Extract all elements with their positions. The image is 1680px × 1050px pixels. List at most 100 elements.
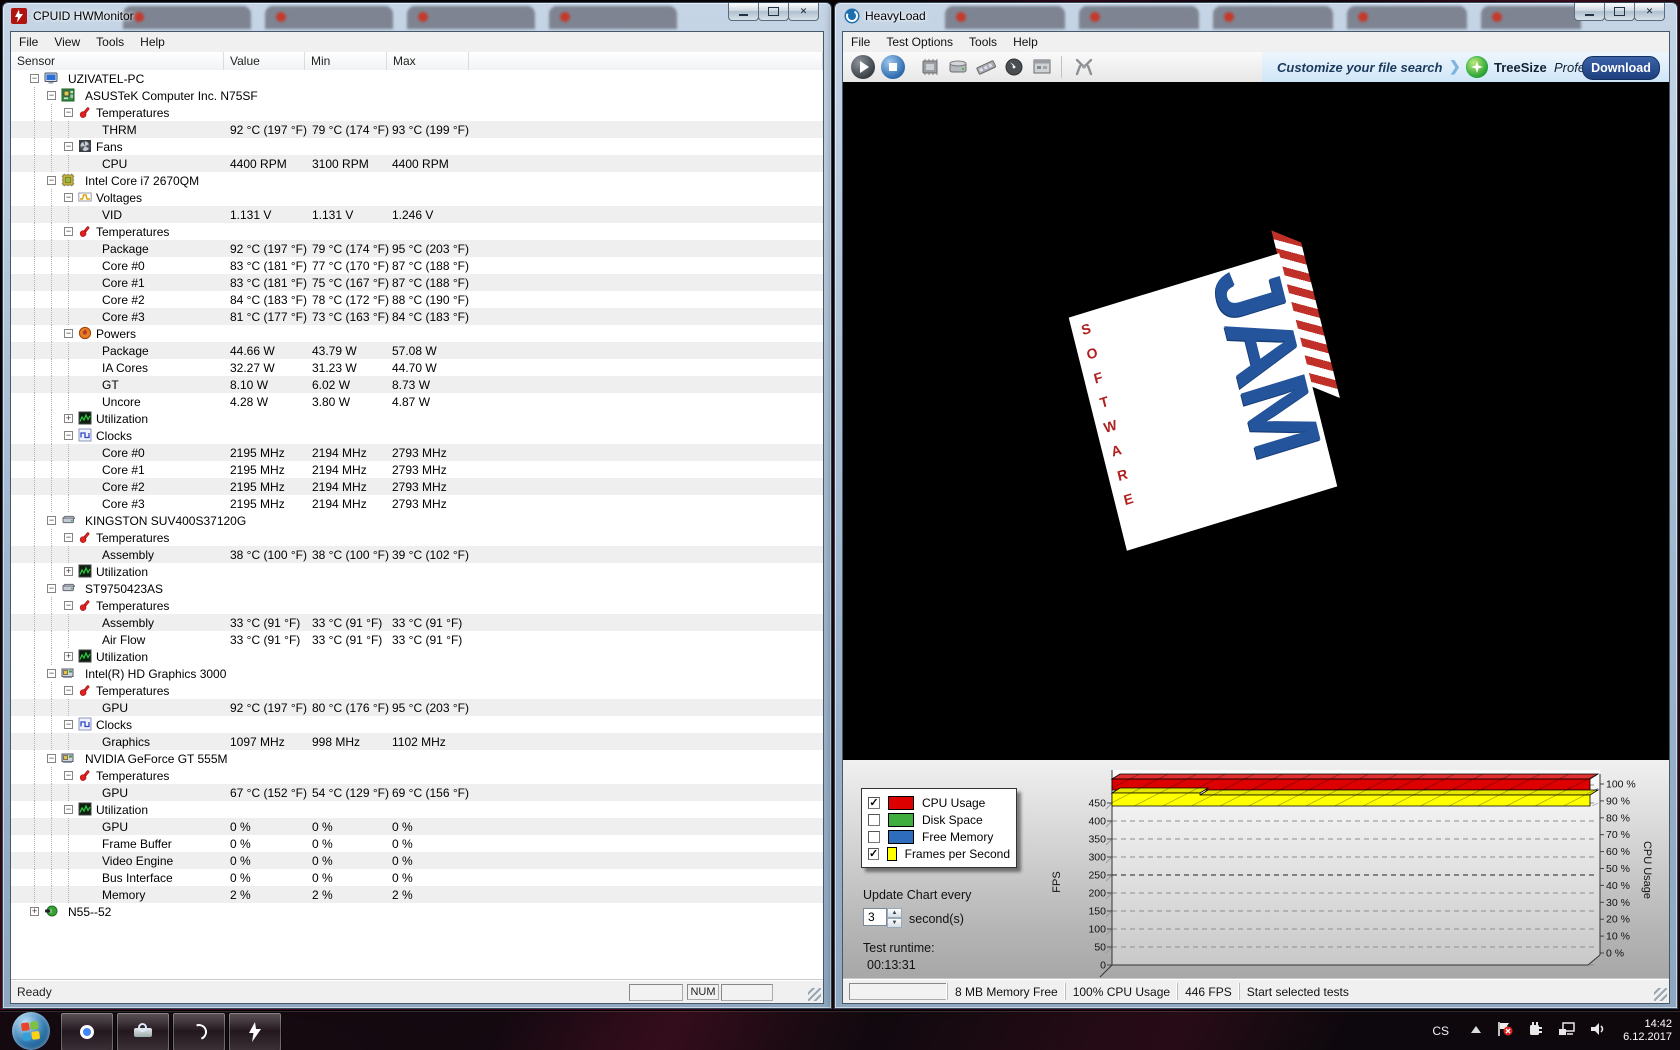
download-button[interactable]: Download (1582, 56, 1660, 80)
sensor-row[interactable]: Frame Buffer0 %0 %0 % (11, 835, 823, 852)
sensor-row[interactable]: −Temperatures (11, 529, 823, 546)
gauge-test-icon[interactable] (1003, 57, 1025, 77)
taskbar-hwmonitor-button[interactable] (228, 1012, 282, 1050)
tree-expand-toggle[interactable]: − (64, 108, 73, 117)
action-center-flag-icon[interactable] (1496, 1021, 1514, 1042)
resize-grip[interactable] (808, 988, 821, 1001)
tree-expand-toggle[interactable]: − (47, 516, 56, 525)
tree-expand-toggle[interactable]: − (64, 601, 73, 610)
tree-expand-toggle[interactable]: + (64, 652, 73, 661)
sensor-row[interactable]: −ST9750423AS (11, 580, 823, 597)
legend-checkbox-free-memory[interactable] (868, 831, 880, 843)
sensor-row[interactable]: −KINGSTON SUV400S37120G (11, 512, 823, 529)
tree-expand-toggle[interactable]: − (64, 227, 73, 236)
sensor-row[interactable]: −Fans (11, 138, 823, 155)
update-interval-stepper[interactable]: 3 ▲▼ (863, 908, 902, 927)
column-header-value[interactable]: Value (224, 52, 305, 70)
tree-expand-toggle[interactable]: − (64, 193, 73, 202)
hwmonitor-titlebar[interactable]: CPUID HWMonitor ✕ (3, 3, 831, 31)
stepper-down-button[interactable]: ▼ (887, 918, 902, 928)
cpu-test-icon[interactable] (919, 57, 941, 77)
tree-expand-toggle[interactable]: − (64, 805, 73, 814)
stop-test-button[interactable] (881, 55, 905, 79)
tree-expand-toggle[interactable]: − (30, 74, 39, 83)
sensor-row[interactable]: −Intel Core i7 2670QM (11, 172, 823, 189)
menu-file[interactable]: File (11, 32, 46, 52)
statusbar-segment[interactable]: Start selected tests (1239, 983, 1356, 1000)
sensor-row[interactable]: Memory2 %2 %2 % (11, 886, 823, 903)
power-plug-icon[interactable] (1528, 1021, 1544, 1042)
menu-help[interactable]: Help (132, 32, 173, 52)
settings-icon[interactable] (1073, 57, 1095, 77)
sensor-row[interactable]: +Utilization (11, 648, 823, 665)
resize-grip[interactable] (1654, 988, 1667, 1001)
sensor-row[interactable]: VID1.131 V1.131 V1.246 V (11, 206, 823, 223)
sensor-row[interactable]: −NVIDIA GeForce GT 555M (11, 750, 823, 767)
stepper-up-button[interactable]: ▲ (887, 908, 902, 918)
sensor-row[interactable]: Bus Interface0 %0 %0 % (11, 869, 823, 886)
tree-expand-toggle[interactable]: + (64, 567, 73, 576)
tree-expand-toggle[interactable]: − (47, 91, 56, 100)
sensor-row[interactable]: −Clocks (11, 716, 823, 733)
sensor-row[interactable]: Core #083 °C (181 °F)77 °C (170 °F)87 °C… (11, 257, 823, 274)
sensor-row[interactable]: −Temperatures (11, 104, 823, 121)
minimize-button[interactable] (728, 3, 759, 21)
sensor-row[interactable]: Air Flow33 °C (91 °F)33 °C (91 °F)33 °C … (11, 631, 823, 648)
column-header-sensor[interactable]: Sensor (11, 52, 224, 70)
sensor-row[interactable]: Assembly33 °C (91 °F)33 °C (91 °F)33 °C … (11, 614, 823, 631)
close-button[interactable]: ✕ (1634, 3, 1665, 21)
sensor-row[interactable]: +Utilization (11, 563, 823, 580)
taskbar-heavyload-button[interactable] (172, 1012, 226, 1050)
tree-expand-toggle[interactable]: − (64, 142, 73, 151)
memory-test-icon[interactable] (975, 57, 997, 77)
sensor-row[interactable]: −UZIVATEL-PC (11, 70, 823, 87)
legend-checkbox-frames-per-second[interactable]: ✓ (868, 848, 879, 860)
volume-icon[interactable] (1590, 1021, 1606, 1042)
treesize-ad-banner[interactable]: Customize your file search ❯ TreeSize Pr… (1262, 52, 1669, 82)
maximize-button[interactable] (758, 3, 789, 21)
sensor-row[interactable]: THRM92 °C (197 °F)79 °C (174 °F)93 °C (1… (11, 121, 823, 138)
minimize-button[interactable] (1574, 3, 1605, 21)
sensor-row[interactable]: Graphics1097 MHz998 MHz1102 MHz (11, 733, 823, 750)
sensor-tree[interactable]: −UZIVATEL-PC−ASUSTeK Computer Inc. N75SF… (11, 70, 823, 981)
sensor-row[interactable]: −Voltages (11, 189, 823, 206)
sensor-row[interactable]: Core #32195 MHz2194 MHz2793 MHz (11, 495, 823, 512)
sensor-row[interactable]: GPU92 °C (197 °F)80 °C (176 °F)95 °C (20… (11, 699, 823, 716)
tree-expand-toggle[interactable]: − (47, 669, 56, 678)
column-header-blank[interactable] (469, 52, 823, 70)
window-test-icon[interactable] (1031, 57, 1053, 77)
sensor-row[interactable]: +N55--52 (11, 903, 823, 920)
sensor-row[interactable]: Package44.66 W43.79 W57.08 W (11, 342, 823, 359)
sensor-row[interactable]: CPU4400 RPM3100 RPM4400 RPM (11, 155, 823, 172)
tree-expand-toggle[interactable]: + (30, 907, 39, 916)
sensor-row[interactable]: Uncore4.28 W3.80 W4.87 W (11, 393, 823, 410)
tree-expand-toggle[interactable]: − (64, 329, 73, 338)
disk-test-icon[interactable] (947, 57, 969, 77)
sensor-row[interactable]: Core #12195 MHz2194 MHz2793 MHz (11, 461, 823, 478)
sensor-row[interactable]: Core #381 °C (177 °F)73 °C (163 °F)84 °C… (11, 308, 823, 325)
column-header-min[interactable]: Min (305, 52, 387, 70)
menu-tools[interactable]: Tools (88, 32, 132, 52)
sensor-row[interactable]: −Temperatures (11, 682, 823, 699)
taskbar-treesize-button[interactable] (116, 1012, 170, 1050)
legend-checkbox-cpu-usage[interactable]: ✓ (868, 797, 880, 809)
sensor-row[interactable]: Core #183 °C (181 °F)75 °C (167 °F)87 °C… (11, 274, 823, 291)
tree-expand-toggle[interactable]: − (47, 754, 56, 763)
taskbar-chrome-button[interactable] (60, 1012, 114, 1050)
tree-expand-toggle[interactable]: − (47, 176, 56, 185)
menu-help[interactable]: Help (1005, 32, 1046, 52)
sensor-row[interactable]: Video Engine0 %0 %0 % (11, 852, 823, 869)
heavyload-titlebar[interactable]: HeavyLoad ✕ (835, 3, 1677, 31)
sensor-row[interactable]: −Temperatures (11, 767, 823, 784)
sensor-row[interactable]: −Temperatures (11, 597, 823, 614)
menu-test-options[interactable]: Test Options (878, 32, 961, 52)
tree-expand-toggle[interactable]: − (64, 533, 73, 542)
clock[interactable]: 14:42 6.12.2017 (1623, 1018, 1672, 1044)
sensor-row[interactable]: GPU67 °C (152 °F)54 °C (129 °F)69 °C (15… (11, 784, 823, 801)
sensor-row[interactable]: −Clocks (11, 427, 823, 444)
show-hidden-icons-button[interactable] (1470, 1022, 1482, 1040)
maximize-button[interactable] (1604, 3, 1635, 21)
sensor-row[interactable]: −Intel(R) HD Graphics 3000 (11, 665, 823, 682)
sensor-row[interactable]: Core #284 °C (183 °F)78 °C (172 °F)88 °C… (11, 291, 823, 308)
sensor-row[interactable]: IA Cores32.27 W31.23 W44.70 W (11, 359, 823, 376)
